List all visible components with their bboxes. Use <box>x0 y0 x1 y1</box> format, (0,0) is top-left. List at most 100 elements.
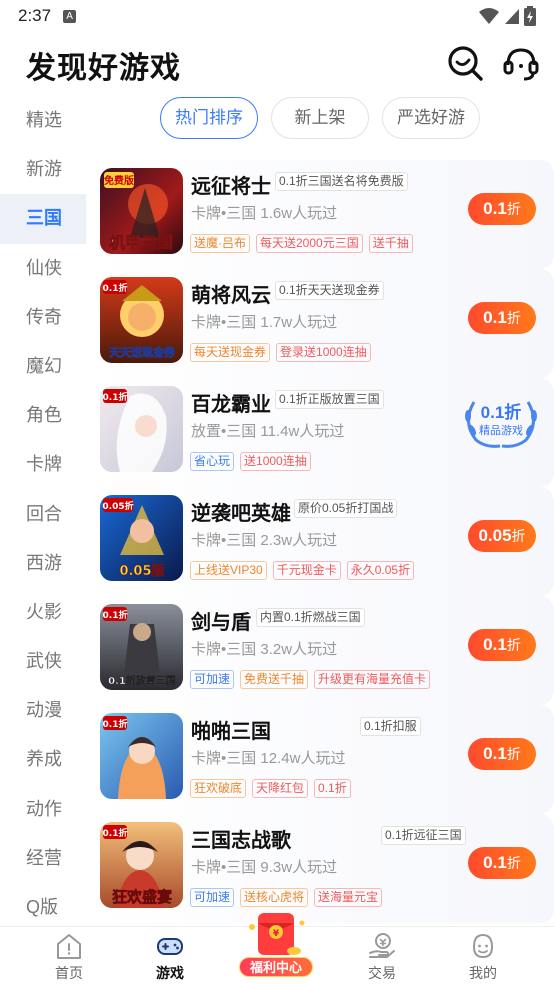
tag: 每天送现金券 <box>190 343 271 362</box>
sort-tabs: 热门排序 新上架 严选好游 <box>160 97 480 139</box>
game-meta: 卡牌•三国 2.3w人玩过 <box>191 532 338 549</box>
tag-list: 可加速 免费送千抽 升级更有海量充值卡 <box>190 670 431 689</box>
promo-label: 原价0.05折打国战 <box>294 499 398 518</box>
wifi-icon <box>479 8 499 24</box>
sidebar-item-juese[interactable]: 角色 <box>0 391 86 440</box>
thumb-caption: 天天送现金券 <box>109 345 176 359</box>
game-title: 三国志战歌 <box>191 830 291 852</box>
tag: 可加速 <box>190 888 235 907</box>
nav-home[interactable]: 首页 <box>29 927 109 983</box>
signal-icon <box>505 9 519 24</box>
tag: 可加速 <box>190 670 235 689</box>
game-card[interactable]: 0.1折 天天送现金券 萌将风云 0.1折天天送现金券 卡牌•三国 1.7w人玩… <box>88 269 554 378</box>
game-card[interactable]: 0.1折 狂欢盛宴 三国志战歌 0.1折远征三国 卡牌•三国 9.3w人玩过 可… <box>88 814 554 923</box>
welfare-label: 福利中心 <box>239 957 313 977</box>
sidebar-item-sanguo[interactable]: 三国 <box>0 194 86 244</box>
sidebar-item-jingying[interactable]: 经营 <box>0 834 86 883</box>
status-icons <box>478 6 536 26</box>
nav-label-home: 首页 <box>55 965 83 981</box>
tag-list: 每天送现金券 登录送1000连抽 <box>190 343 371 362</box>
status-time: 2:37 <box>18 6 52 25</box>
discount-button[interactable]: 0.1折 <box>468 193 536 225</box>
discount-button[interactable]: 0.05折 <box>468 520 536 552</box>
status-bar: 2:37 A <box>0 0 554 32</box>
thumb-caption: 机甲三国 <box>109 233 173 252</box>
game-card[interactable]: 0.05折 0.05版 逆袭吧英雄 原价0.05折打国战 卡牌•三国 2.3w人… <box>88 487 554 596</box>
trade-icon <box>369 933 395 958</box>
discount-button[interactable]: 0.1折 <box>468 302 536 334</box>
notification-icon: A <box>63 9 77 23</box>
battery-icon <box>524 6 536 26</box>
tag: 上线送VIP30 <box>190 561 267 580</box>
sidebar-item-xinyou[interactable]: 新游 <box>0 145 86 194</box>
category-sidebar: 精选 新游 三国 仙侠 传奇 魔幻 角色 卡牌 回合 西游 火影 武侠 动漫 养… <box>0 96 86 926</box>
sidebar-item-kapai[interactable]: 卡牌 <box>0 440 86 489</box>
game-card[interactable]: 免费版 机甲三国 远征将士 0.1折三国送名将免费版 卡牌•三国 1.6w人玩过… <box>88 160 554 269</box>
promo-label: 0.1折远征三国 <box>381 826 466 845</box>
sidebar-item-jingxuan[interactable]: 精选 <box>0 96 86 145</box>
game-title: 百龙霸业 <box>191 394 271 416</box>
nav-me[interactable]: 我的 <box>443 927 523 983</box>
game-meta: 卡牌•三国 1.6w人玩过 <box>191 205 338 222</box>
tag: 送海量元宝 <box>314 888 383 907</box>
game-thumbnail[interactable]: 0.1折 天天送现金券 <box>100 277 183 363</box>
promo-label: 0.1折三国送名将免费版 <box>275 172 408 191</box>
game-thumbnail[interactable]: 免费版 机甲三国 <box>100 168 183 254</box>
tab-curated[interactable]: 严选好游 <box>382 97 480 139</box>
game-thumbnail[interactable]: 0.1折 <box>100 713 183 799</box>
promo-label: 内置0.1折燃战三国 <box>256 608 365 627</box>
sidebar-item-wuxia[interactable]: 武侠 <box>0 637 86 686</box>
sidebar-item-huihe[interactable]: 回合 <box>0 490 86 539</box>
tag: 送1000连抽 <box>240 452 311 471</box>
game-list: 免费版 机甲三国 远征将士 0.1折三国送名将免费版 卡牌•三国 1.6w人玩过… <box>86 160 554 923</box>
nav-label-trade: 交易 <box>368 965 396 981</box>
tag: 狂欢破底 <box>190 779 247 798</box>
tag: 千元现金卡 <box>272 561 341 580</box>
tag: 升级更有海量充值卡 <box>314 670 431 689</box>
customer-service-icon[interactable] <box>502 44 540 82</box>
sidebar-item-chuanqi[interactable]: 传奇 <box>0 293 86 342</box>
tag-list: 上线送VIP30 千元现金卡 永久0.05折 <box>190 561 415 580</box>
sidebar-item-huoying[interactable]: 火影 <box>0 588 86 637</box>
thumb-badge: 0.05折 <box>102 500 133 512</box>
tag-list: 省心玩 送1000连抽 <box>190 452 311 471</box>
game-card[interactable]: 0.1折 0.1折放置三国 剑与盾 内置0.1折燃战三国 卡牌•三国 3.2w人… <box>88 596 554 705</box>
game-meta: 卡牌•三国 3.2w人玩过 <box>191 641 338 658</box>
game-meta: 卡牌•三国 12.4w人玩过 <box>191 750 346 767</box>
game-thumbnail[interactable]: 0.05折 0.05版 <box>100 495 183 581</box>
sidebar-item-dongzuo[interactable]: 动作 <box>0 785 86 834</box>
game-title: 远征将士 <box>191 176 271 198</box>
tab-hot-sort[interactable]: 热门排序 <box>160 97 258 139</box>
game-title: 萌将风云 <box>191 285 271 307</box>
sidebar-item-xianxia[interactable]: 仙侠 <box>0 244 86 293</box>
search-icon[interactable] <box>446 44 484 82</box>
thumb-badge: 0.1折 <box>103 718 128 730</box>
thumb-badge: 免费版 <box>104 174 134 187</box>
sidebar-item-yangcheng[interactable]: 养成 <box>0 735 86 784</box>
sidebar-item-xiyou[interactable]: 西游 <box>0 539 86 588</box>
badge-label: 精品游戏 <box>479 425 523 437</box>
bottom-nav: 首页 游戏 ¥ 福利中心 交易 我的 <box>0 913 554 984</box>
game-thumbnail[interactable]: 0.1折 0.1折放置三国 <box>100 604 183 690</box>
tag: 永久0.05折 <box>346 561 415 580</box>
tag: 天降红包 <box>252 779 309 798</box>
home-icon <box>57 934 81 959</box>
nav-welfare-center[interactable]: ¥ 福利中心 <box>236 905 316 983</box>
game-card[interactable]: 0.1折 百龙霸业 0.1折正版放置三国 放置•三国 11.4w人玩过 省心玩 … <box>88 378 554 487</box>
tab-new[interactable]: 新上架 <box>271 97 369 139</box>
thumb-caption: 0.05版 <box>119 563 164 579</box>
nav-games[interactable]: 游戏 <box>130 927 210 983</box>
discount-button[interactable]: 0.1折 <box>468 629 536 661</box>
sidebar-item-qban[interactable]: Q版 <box>0 883 86 932</box>
game-thumbnail[interactable]: 0.1折 狂欢盛宴 <box>100 822 183 908</box>
page-title: 发现好游戏 <box>26 52 181 85</box>
promo-label: 0.1折扣服 <box>360 717 421 736</box>
game-card[interactable]: 0.1折 啪啪三国 0.1折扣服 卡牌•三国 12.4w人玩过 狂欢破底 天降红… <box>88 705 554 814</box>
sidebar-item-mohuan[interactable]: 魔幻 <box>0 342 86 391</box>
red-envelope-icon: ¥ <box>249 913 305 955</box>
game-thumbnail[interactable]: 0.1折 <box>100 386 183 472</box>
discount-button[interactable]: 0.1折 <box>468 847 536 879</box>
sidebar-item-dongman[interactable]: 动漫 <box>0 686 86 735</box>
discount-button[interactable]: 0.1折 <box>468 738 536 770</box>
nav-trade[interactable]: 交易 <box>342 927 422 983</box>
